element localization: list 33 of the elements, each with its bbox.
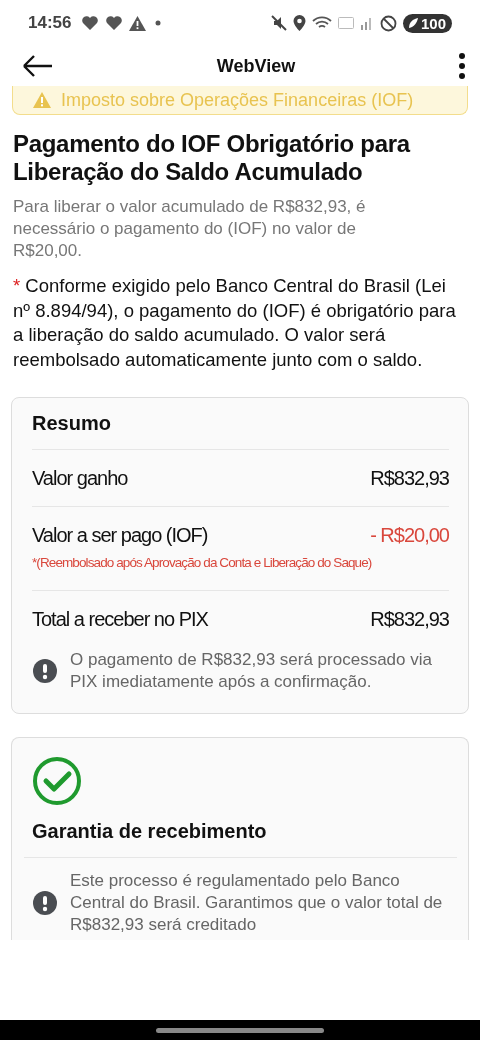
- exclamation-icon: [32, 658, 58, 684]
- signal-icon: [359, 16, 374, 30]
- exclamation-icon: [32, 890, 58, 916]
- warning-icon: [33, 92, 51, 108]
- menu-button[interactable]: [458, 52, 466, 80]
- card-title: Garantia de recebimento: [32, 820, 268, 843]
- heart-icon: [81, 15, 100, 31]
- battery-indicator: 100: [402, 13, 452, 33]
- mute-icon: [270, 15, 287, 31]
- block-icon: [379, 14, 397, 32]
- location-icon: [292, 15, 306, 31]
- info-text: O pagamento de R$832,93 será processado via PIX imediatamente após a confirmação.: [70, 649, 433, 693]
- warning-icon: [129, 15, 147, 31]
- refund-note: *(Reembolsado após Aprovação da Conta e Liberação do Saque): [32, 555, 373, 570]
- page-title: WebView: [215, 55, 297, 77]
- clock-time: 14:56: [28, 13, 72, 33]
- notice-text: * Conforme exigido pelo Banco Central do Brasil (Lei nº 8.894/94), o pagamento do (IOF) é obrigatório para a liberação do saldo acumulado. O valor será reembolsado automaticamente junto com o saldo.: [13, 274, 457, 372]
- info-text: Este processo é regulamentado pelo Banco Central do Brasil. Garantimos que o valor total de R$832,93 será creditado: [70, 870, 444, 936]
- heart-icon: [105, 15, 124, 31]
- banner-text: Imposto sobre Operações Financeiras (IOF): [61, 89, 414, 112]
- intro-text: Para liberar o valor acumulado de R$832,93, é necessário o pagamento do (IOF) no valor de R$20,00.: [13, 196, 367, 262]
- check-circle-icon: [32, 756, 82, 806]
- row-amount: - R$20,00: [370, 523, 449, 547]
- back-button[interactable]: [22, 54, 54, 78]
- home-indicator[interactable]: [156, 1027, 324, 1033]
- row-amount: R$832,93: [370, 466, 449, 490]
- row-label: Valor a ser pago (IOF): [32, 523, 208, 547]
- card-title: Resumo: [32, 412, 112, 435]
- wifi-icon: [311, 15, 332, 31]
- row-label: Valor ganho: [32, 466, 128, 490]
- heading: Pagamento do IOF Obrigatório para Liberação do Saldo Acumulado: [13, 130, 412, 186]
- row-label: Total a receber no PIX: [32, 607, 208, 631]
- row-amount: R$832,93: [370, 607, 449, 631]
